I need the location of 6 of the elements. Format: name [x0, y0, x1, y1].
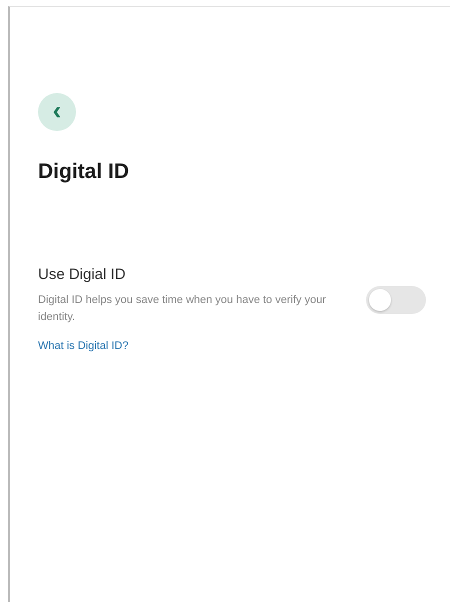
setting-label: Use Digial ID — [38, 265, 127, 286]
back-button[interactable]: ‹ — [38, 93, 76, 131]
toggle-switch[interactable] — [366, 286, 426, 314]
setting-description: Digital ID helps you save time when you have to verify your identity. — [38, 292, 327, 325]
page-title: Digital ID — [38, 159, 130, 184]
info-link[interactable]: What is Digital ID? — [38, 338, 128, 354]
